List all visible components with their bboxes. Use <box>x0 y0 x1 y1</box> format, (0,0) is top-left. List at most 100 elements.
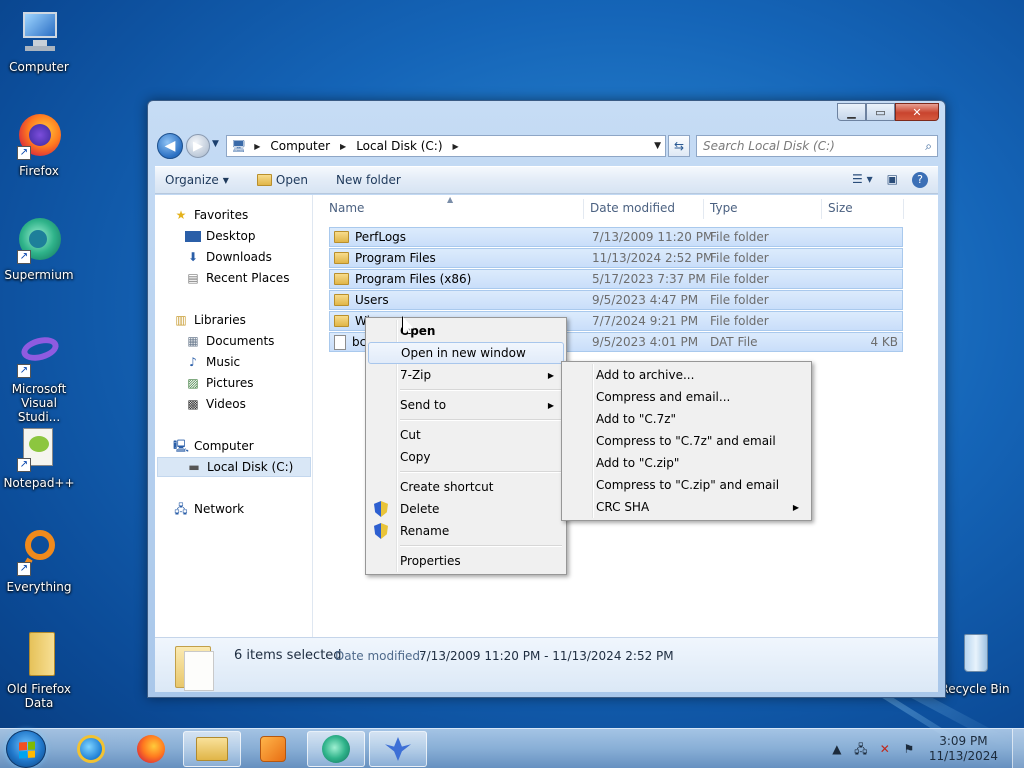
menu-item-open-new-window[interactable]: Open in new window <box>368 342 564 364</box>
menu-item-crc-sha[interactable]: CRC SHA ▶ <box>564 496 809 518</box>
column-header-size[interactable]: Size <box>828 201 853 219</box>
menu-item-copy[interactable]: Copy <box>368 446 564 468</box>
address-dropdown-icon[interactable]: ▼ <box>654 141 661 151</box>
nav-label: Recent Places <box>206 271 290 285</box>
menu-item-add-to-archive[interactable]: Add to archive... <box>564 364 809 386</box>
address-bar[interactable]: 🖥 ▶ Computer ▶ Local Disk (C:) ▶ ▼ <box>226 135 666 157</box>
desktop-icon-label: Computer <box>9 60 69 74</box>
nav-pictures[interactable]: ▨ Pictures <box>185 373 253 393</box>
search-input[interactable]: Search Local Disk (C:) ⌕ <box>696 135 938 157</box>
action-center-flag-icon[interactable]: ⚑ <box>901 741 917 757</box>
desktop-icon-firefox[interactable]: ↗ Firefox <box>1 112 77 178</box>
taskbar-explorer[interactable] <box>183 731 241 767</box>
table-row[interactable]: Program Files 11/13/2024 2:52 PM File fo… <box>329 248 903 268</box>
submenu-arrow-icon: ▶ <box>547 370 554 380</box>
table-row[interactable]: Program Files (x86) 5/17/2023 7:37 PM Fi… <box>329 269 903 289</box>
file-type: File folder <box>710 314 769 328</box>
7zip-submenu: Add to archive... Compress and email... … <box>561 361 812 521</box>
table-row[interactable]: Users 9/5/2023 4:47 PM File folder <box>329 290 903 310</box>
nav-videos[interactable]: ▩ Videos <box>185 394 246 414</box>
help-icon[interactable]: ? <box>912 172 928 188</box>
menu-item-add-to-7z[interactable]: Add to "C.7z" <box>564 408 809 430</box>
volume-muted-icon[interactable]: ✕ <box>877 741 893 757</box>
desktop-icon-label: Firefox <box>19 164 59 178</box>
menu-item-compress-zip-email[interactable]: Compress to "C.zip" and email <box>564 474 809 496</box>
submenu-arrow-icon: ▶ <box>547 400 554 410</box>
menu-item-7zip[interactable]: 7-Zip ▶ <box>368 364 564 386</box>
menu-item-rename[interactable]: Rename <box>368 520 564 542</box>
column-divider[interactable] <box>903 199 904 219</box>
show-desktop-button[interactable] <box>1012 729 1024 768</box>
desktop-icon-notepadpp[interactable]: ↗ Notepad++ <box>1 424 77 490</box>
desktop-icon-old-firefox-data[interactable]: Old Firefox Data <box>1 630 77 710</box>
column-divider[interactable] <box>703 199 704 219</box>
taskbar-media-player[interactable] <box>244 731 302 767</box>
nav-local-disk[interactable]: ▬ Local Disk (C:) <box>157 457 311 477</box>
open-button[interactable]: Open <box>256 173 308 187</box>
menu-item-compress-and-email[interactable]: Compress and email... <box>564 386 809 408</box>
internet-explorer-icon <box>77 735 105 763</box>
clock-date: 11/13/2024 <box>928 749 998 763</box>
column-divider[interactable] <box>583 199 584 219</box>
folder-icon <box>334 294 349 306</box>
forward-arrow-icon: ▶ <box>193 138 203 154</box>
file-type: File folder <box>710 293 769 307</box>
documents-icon: ▦ <box>187 334 199 348</box>
start-button[interactable] <box>6 730 46 768</box>
nav-favorites[interactable]: ★ Favorites <box>173 205 249 225</box>
column-divider[interactable] <box>821 199 822 219</box>
nav-recent-places[interactable]: ▤ Recent Places <box>185 268 289 288</box>
back-button[interactable]: ◀ <box>157 133 183 159</box>
menu-item-properties[interactable]: Properties <box>368 550 564 572</box>
desktop-icon-recycle-bin[interactable]: Recycle Bin <box>937 630 1013 696</box>
show-hidden-icons-icon[interactable]: ▲ <box>829 741 845 757</box>
submenu-arrow-icon: ▶ <box>792 502 799 512</box>
taskbar-app-blue[interactable] <box>369 731 427 767</box>
column-header-name[interactable]: Name <box>329 201 364 219</box>
new-folder-button[interactable]: New folder <box>336 173 401 187</box>
nav-network[interactable]: 🖧 Network <box>173 499 244 519</box>
nav-libraries[interactable]: ▥ Libraries <box>173 310 246 330</box>
close-button[interactable]: ✕ <box>895 103 939 121</box>
column-header-type[interactable]: Type <box>710 201 738 219</box>
maximize-button[interactable]: ▭ <box>866 103 895 121</box>
desktop-icon-computer[interactable]: Computer <box>1 8 77 74</box>
menu-item-delete[interactable]: Delete <box>368 498 564 520</box>
breadcrumb-local-disk[interactable]: Local Disk (C:) <box>356 139 442 153</box>
minimize-button[interactable]: ▁ <box>837 103 866 121</box>
recent-pages-dropdown[interactable]: ▼ <box>212 139 219 149</box>
preview-pane-button[interactable]: ▣ <box>887 172 898 188</box>
command-bar: Organize ▼ Open New folder ☰ ▾ ▣ ? <box>155 166 938 194</box>
menu-item-cut[interactable]: Cut <box>368 424 564 446</box>
change-view-button[interactable]: ☰ ▾ <box>852 172 873 188</box>
taskbar-ie[interactable] <box>62 731 120 767</box>
selected-items-icon <box>175 646 214 691</box>
nav-downloads[interactable]: ⬇ Downloads <box>185 247 272 267</box>
menu-item-add-to-zip[interactable]: Add to "C.zip" <box>564 452 809 474</box>
menu-item-send-to[interactable]: Send to ▶ <box>368 394 564 416</box>
forward-button[interactable]: ▶ <box>186 134 210 158</box>
menu-item-open[interactable]: Open <box>368 320 564 342</box>
media-player-icon <box>260 736 286 762</box>
desktop-icon-everything[interactable]: ↗ Everything <box>1 528 77 594</box>
table-row[interactable]: PerfLogs 7/13/2009 11:20 PM File folder <box>329 227 903 247</box>
menu-item-compress-7z-email[interactable]: Compress to "C.7z" and email <box>564 430 809 452</box>
breadcrumb-computer[interactable]: Computer <box>270 139 330 153</box>
network-tray-icon[interactable]: 🖧 <box>853 741 869 757</box>
taskbar-firefox[interactable] <box>122 731 180 767</box>
nav-music[interactable]: ♪ Music <box>185 352 240 372</box>
desktop-icon-visual-studio[interactable]: ↗ Microsoft Visual Studi... <box>1 330 77 424</box>
nav-computer[interactable]: 🖳 Computer <box>173 436 254 456</box>
shortcut-arrow-icon: ↗ <box>17 146 31 160</box>
nav-desktop[interactable]: Desktop <box>185 226 256 246</box>
menu-item-create-shortcut[interactable]: Create shortcut <box>368 476 564 498</box>
clock[interactable]: 3:09 PM 11/13/2024 <box>929 734 998 764</box>
refresh-button[interactable]: ⇆ <box>668 135 690 157</box>
nav-documents[interactable]: ▦ Documents <box>185 331 274 351</box>
column-header-date[interactable]: Date modified <box>590 201 675 219</box>
desktop-icon-supermium[interactable]: ↗ Supermium <box>1 216 77 282</box>
organize-button[interactable]: Organize ▼ <box>165 173 229 187</box>
nav-label: Libraries <box>194 313 246 327</box>
taskbar-supermium[interactable] <box>307 731 365 767</box>
breadcrumb-separator-icon: ▶ <box>452 141 459 151</box>
